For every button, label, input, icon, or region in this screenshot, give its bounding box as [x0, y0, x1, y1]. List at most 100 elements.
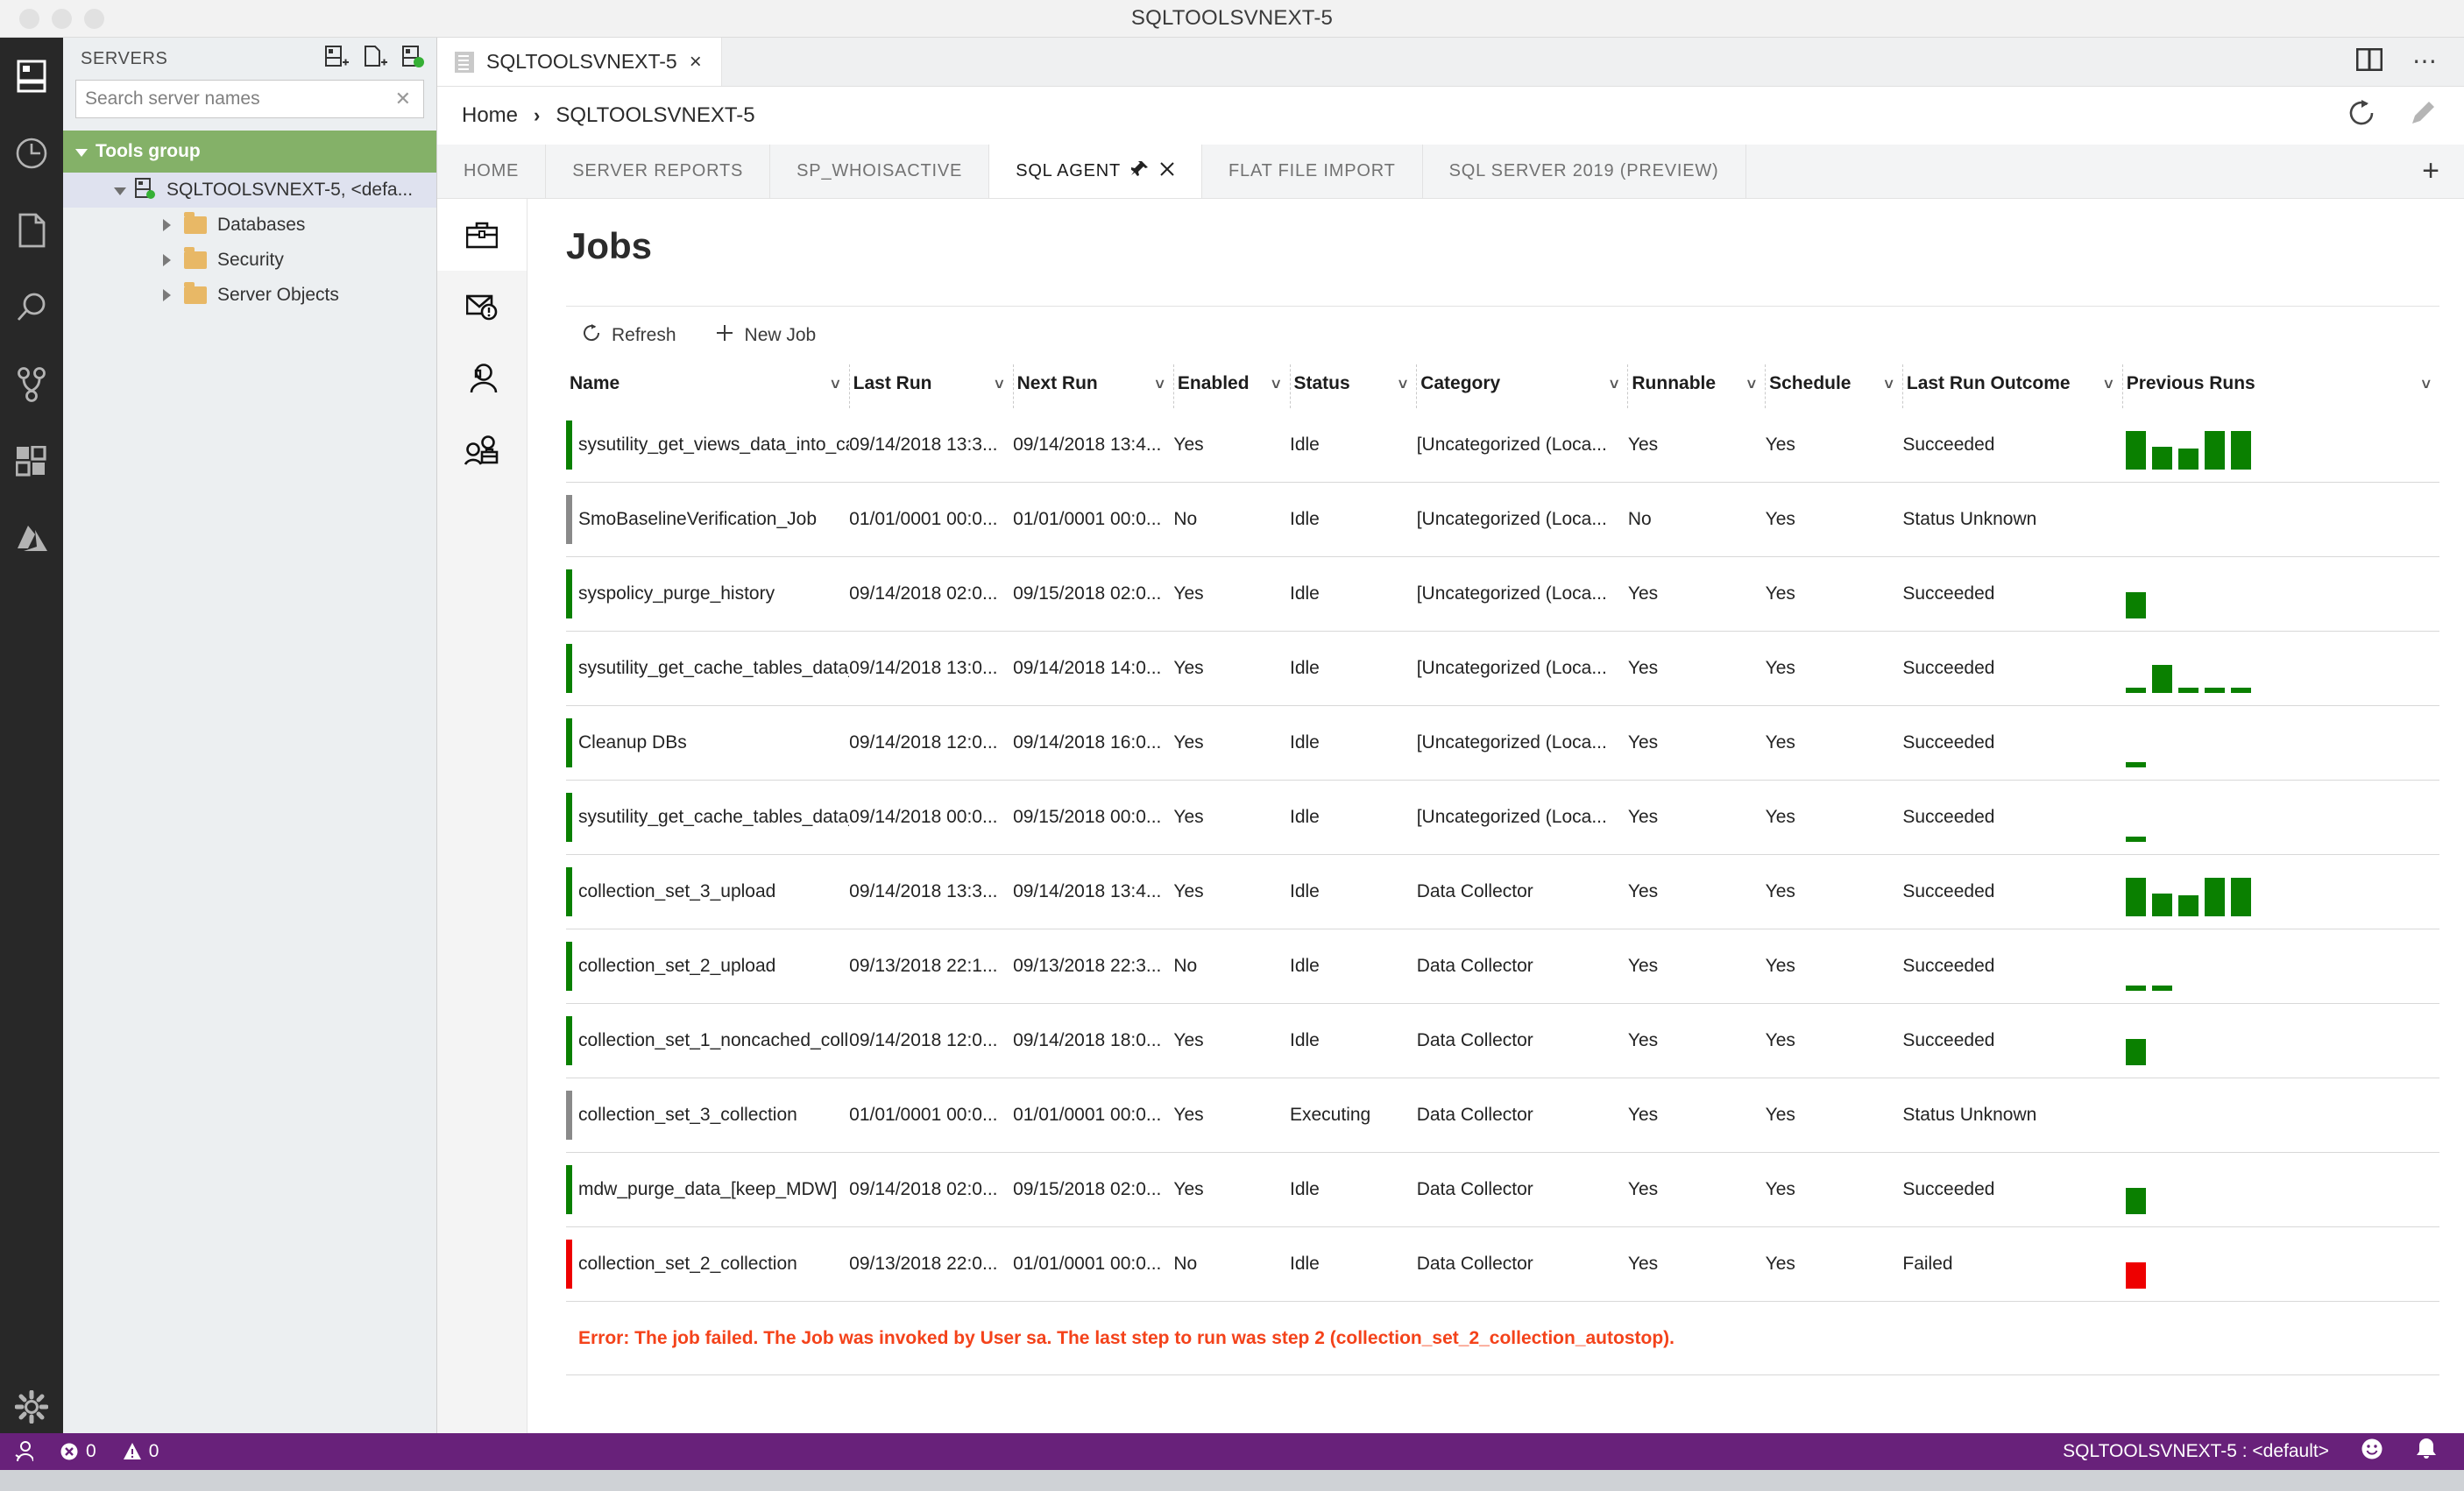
col-header-category[interactable]: Category ˅ — [1416, 364, 1629, 408]
refresh-dashboard-icon[interactable] — [2347, 98, 2376, 134]
chevron-down-icon[interactable]: ˅ — [1747, 376, 1757, 394]
chevron-down-icon[interactable]: ˅ — [831, 376, 840, 394]
error-count[interactable]: 0 — [60, 1441, 96, 1462]
table-row[interactable]: sysutility_get_views_data_into_cacl 09/14… — [566, 408, 2439, 483]
cell-last-run-outcome: Succeeded — [1902, 705, 2123, 781]
table-row[interactable]: sysutility_get_cache_tables_data_ir 09/14… — [566, 631, 2439, 706]
table-row[interactable]: collection_set_3_upload 09/14/2018 13:3..… — [566, 854, 2439, 929]
table-row[interactable]: Cleanup DBs 09/14/2018 12:0... 09/14/2018 … — [566, 705, 2439, 781]
table-row[interactable]: collection_set_2_upload 09/13/2018 22:1..… — [566, 929, 2439, 1004]
row-status-indicator — [566, 942, 572, 991]
clear-search-icon[interactable]: ✕ — [383, 88, 423, 110]
feedback-smiley-icon[interactable] — [2361, 1438, 2383, 1466]
sidebar-title: SERVERS — [81, 48, 168, 68]
cell-schedule: Yes — [1765, 556, 1903, 632]
col-label: Enabled — [1177, 373, 1250, 393]
sidebar-item-security[interactable]: Security — [63, 243, 436, 278]
col-header-status[interactable]: Status ˅ — [1290, 364, 1418, 408]
tab-sp-whoisactive[interactable]: SP_WHOISACTIVE — [770, 145, 990, 198]
table-row[interactable]: mdw_purge_data_[keep_MDW] 09/14/2018 02:0… — [566, 1152, 2439, 1227]
operators-person-icon[interactable] — [437, 343, 527, 414]
activity-azure-icon[interactable] — [0, 500, 63, 577]
navtab-label: HOME — [464, 161, 520, 180]
connection-status[interactable]: SQLTOOLSVNEXT-5 : <default> — [2063, 1441, 2329, 1462]
activity-servers-icon[interactable] — [0, 38, 63, 115]
chevron-down-icon[interactable]: ˅ — [1271, 376, 1281, 394]
col-header-name[interactable]: Name ˅ — [566, 364, 850, 408]
expand-toggle-icon[interactable] — [163, 254, 184, 266]
job-name: collection_set_1_noncached_collec — [578, 1030, 850, 1050]
close-icon[interactable] — [1159, 161, 1175, 182]
jobs-briefcase-icon[interactable] — [437, 199, 527, 271]
sidebar-item-label: SQLTOOLSVNEXT-5, <defa... — [166, 180, 414, 200]
col-header-runnable[interactable]: Runnable ˅ — [1627, 364, 1767, 408]
cell-next-run: 09/15/2018 02:0... — [1013, 1152, 1174, 1227]
sidebar-item-databases[interactable]: Databases — [63, 208, 436, 243]
activity-file-icon[interactable] — [0, 192, 63, 269]
chevron-down-icon[interactable]: ˅ — [2421, 376, 2431, 394]
server-group-tools-group[interactable]: Tools group — [63, 131, 436, 173]
col-header-previous-runs[interactable]: Previous Runs ˅ — [2122, 364, 2439, 408]
col-header-next-run[interactable]: Next Run ˅ — [1013, 364, 1174, 408]
folder-icon — [184, 282, 207, 304]
sparkline-bar — [2178, 688, 2199, 693]
new-job-button[interactable]: New Job — [715, 323, 816, 348]
chevron-down-icon[interactable]: ˅ — [2104, 376, 2114, 394]
activity-extensions-icon[interactable] — [0, 423, 63, 500]
job-name: collection_set_2_upload — [578, 956, 776, 976]
tab-sql-server-2019[interactable]: SQL SERVER 2019 (PREVIEW) — [1423, 145, 1746, 198]
chevron-down-icon[interactable]: ˅ — [1398, 376, 1408, 394]
window-titlebar: SQLTOOLSVNEXT-5 — [0, 0, 2464, 38]
more-actions-icon[interactable]: ⋯ — [2412, 49, 2439, 74]
edit-pencil-icon[interactable] — [2408, 98, 2438, 134]
sidebar-item-server[interactable]: SQLTOOLSVNEXT-5, <defa... — [63, 173, 436, 208]
chevron-down-icon[interactable]: ˅ — [1884, 376, 1894, 394]
table-row[interactable]: collection_set_1_noncached_collec 09/14/2… — [566, 1003, 2439, 1078]
proxies-people-icon[interactable] — [437, 414, 527, 486]
tab-flat-file-import[interactable]: FLAT FILE IMPORT — [1202, 145, 1423, 198]
col-header-schedule[interactable]: Schedule ˅ — [1765, 364, 1903, 408]
add-tab-plus-icon[interactable]: + — [2397, 145, 2464, 198]
search-input[interactable] — [76, 88, 383, 110]
server-group-icon[interactable] — [401, 46, 426, 72]
chevron-down-icon[interactable]: ˅ — [995, 376, 1004, 394]
warning-count[interactable]: 0 — [123, 1441, 159, 1462]
tab-home[interactable]: HOME — [437, 145, 547, 198]
table-row[interactable]: collection_set_2_collection 09/13/2018 22… — [566, 1226, 2439, 1302]
table-row[interactable]: SmoBaselineVerification_Job 01/01/0001 00… — [566, 482, 2439, 557]
table-row[interactable]: syspolicy_purge_history 09/14/2018 02:0..… — [566, 556, 2439, 632]
col-header-last-run[interactable]: Last Run ˅ — [849, 364, 1014, 408]
sparkline-bar — [2178, 449, 2199, 470]
table-row[interactable]: sysutility_get_cache_tables_data_ir 09/14… — [566, 780, 2439, 855]
expand-toggle-icon[interactable] — [163, 289, 184, 301]
new-query-icon[interactable] — [363, 46, 387, 72]
tab-sql-agent[interactable]: SQL AGENT — [989, 145, 1203, 198]
pin-icon[interactable] — [1130, 160, 1149, 183]
warning-count-value: 0 — [148, 1441, 159, 1461]
table-row[interactable]: collection_set_3_collection 01/01/0001 00… — [566, 1078, 2439, 1153]
expand-toggle-icon[interactable] — [114, 186, 135, 195]
chevron-down-icon[interactable]: ˅ — [1610, 376, 1619, 394]
document-tab-dashboard[interactable]: SQLTOOLSVNEXT-5 × — [437, 38, 722, 86]
cell-enabled: Yes — [1173, 854, 1290, 929]
chevron-down-icon[interactable]: ˅ — [1155, 376, 1165, 394]
new-connection-icon[interactable] — [324, 46, 349, 72]
notifications-bell-icon[interactable] — [2415, 1437, 2438, 1466]
breadcrumb-home[interactable]: Home — [462, 103, 518, 128]
account-person-icon[interactable] — [14, 1441, 33, 1462]
activity-search-icon[interactable] — [0, 269, 63, 346]
activity-source-control-icon[interactable] — [0, 346, 63, 423]
cell-last-run: 09/14/2018 02:0... — [849, 556, 1014, 632]
sidebar-item-server-objects[interactable]: Server Objects — [63, 278, 436, 313]
tab-server-reports[interactable]: SERVER REPORTS — [546, 145, 771, 198]
alerts-mail-icon[interactable] — [437, 271, 527, 343]
col-header-enabled[interactable]: Enabled ˅ — [1173, 364, 1291, 408]
refresh-button[interactable]: Refresh — [582, 323, 676, 348]
col-label: Next Run — [1016, 373, 1098, 393]
close-icon[interactable]: × — [690, 51, 702, 73]
activity-history-clock-icon[interactable] — [0, 115, 63, 192]
split-editor-icon[interactable] — [2355, 47, 2383, 75]
expand-toggle-icon[interactable] — [163, 219, 184, 231]
search-box[interactable]: ✕ — [75, 80, 424, 118]
col-header-last-run-outcome[interactable]: Last Run Outcome ˅ — [1902, 364, 2123, 408]
